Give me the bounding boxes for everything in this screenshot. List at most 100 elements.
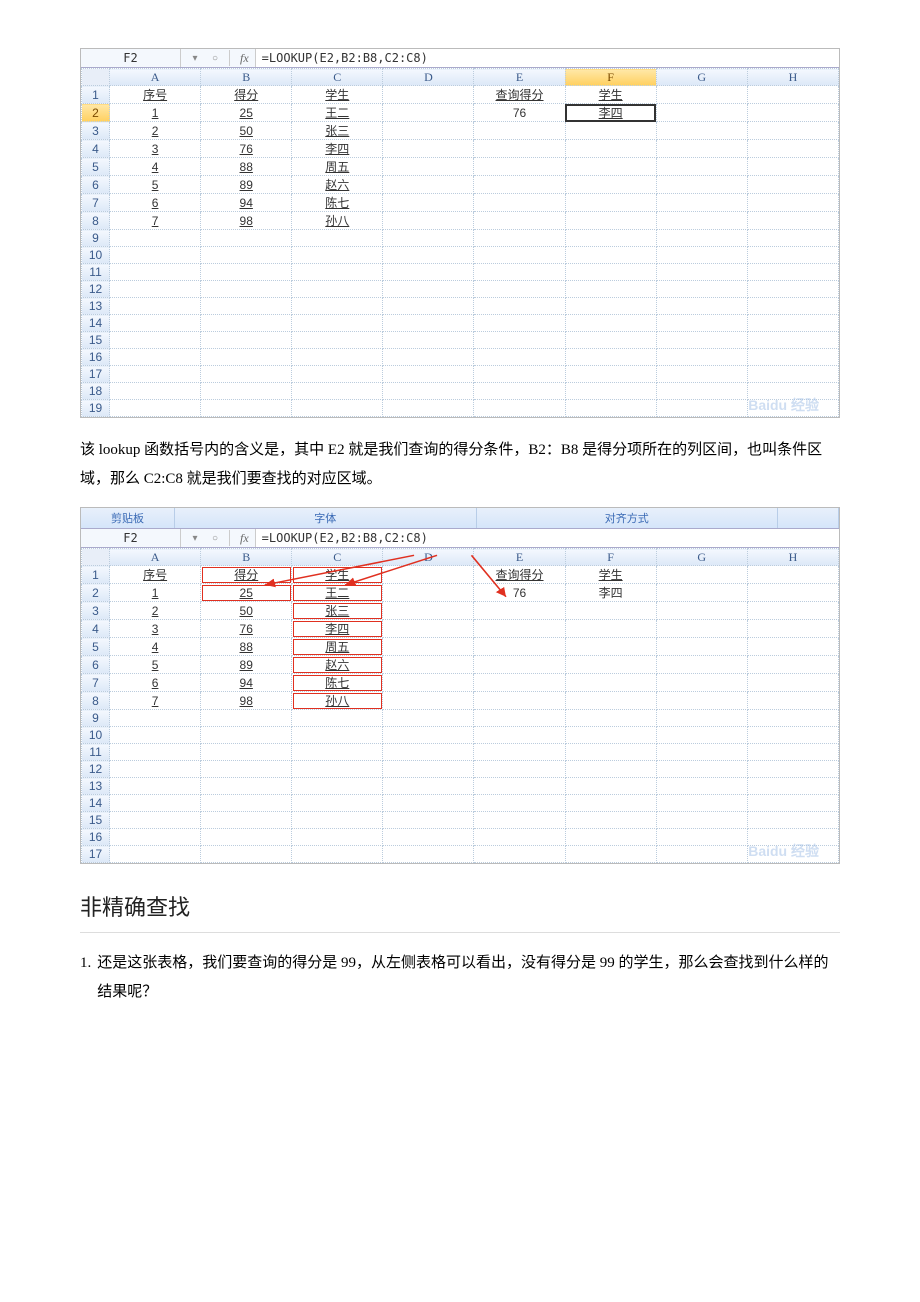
cell[interactable] — [474, 383, 565, 400]
cell[interactable] — [656, 86, 747, 104]
cell[interactable] — [565, 846, 656, 863]
row-header[interactable]: 11 — [82, 264, 110, 281]
cell[interactable] — [201, 812, 292, 829]
cell[interactable] — [474, 656, 565, 674]
row-header[interactable]: 16 — [82, 829, 110, 846]
cell[interactable] — [201, 349, 292, 366]
cell[interactable] — [383, 846, 474, 863]
cell[interactable]: 1 — [110, 104, 201, 122]
cell[interactable]: 98 — [201, 212, 292, 230]
cell[interactable] — [292, 778, 383, 795]
cell[interactable] — [565, 710, 656, 727]
cell[interactable] — [474, 812, 565, 829]
cell[interactable] — [747, 140, 838, 158]
col-header[interactable]: F — [565, 549, 656, 566]
cell[interactable]: 周五 — [292, 638, 383, 656]
cell[interactable] — [656, 566, 747, 584]
cell[interactable] — [383, 194, 474, 212]
row-header[interactable]: 15 — [82, 332, 110, 349]
cell[interactable] — [747, 761, 838, 778]
col-header[interactable]: G — [656, 549, 747, 566]
row-header[interactable]: 13 — [82, 298, 110, 315]
cell[interactable]: 6 — [110, 194, 201, 212]
name-box[interactable]: F2 — [81, 49, 181, 67]
cell[interactable]: 5 — [110, 656, 201, 674]
col-header[interactable]: D — [383, 549, 474, 566]
cell[interactable] — [383, 727, 474, 744]
cell[interactable] — [474, 194, 565, 212]
row-header[interactable]: 15 — [82, 812, 110, 829]
col-header[interactable]: B — [201, 69, 292, 86]
cell[interactable] — [383, 566, 474, 584]
cell[interactable] — [474, 298, 565, 315]
cell[interactable] — [565, 298, 656, 315]
cell[interactable] — [383, 674, 474, 692]
cell[interactable] — [383, 692, 474, 710]
cell[interactable] — [474, 281, 565, 298]
cell[interactable] — [747, 158, 838, 176]
cell[interactable] — [565, 366, 656, 383]
cell[interactable] — [474, 247, 565, 264]
cell[interactable]: 学生 — [292, 86, 383, 104]
cell[interactable]: 94 — [201, 194, 292, 212]
cell[interactable] — [110, 366, 201, 383]
cell[interactable] — [747, 122, 838, 140]
cell[interactable] — [747, 349, 838, 366]
col-header[interactable]: C — [292, 549, 383, 566]
cell[interactable] — [201, 281, 292, 298]
row-header[interactable]: 14 — [82, 795, 110, 812]
cell[interactable] — [201, 332, 292, 349]
cell[interactable] — [383, 158, 474, 176]
cell[interactable] — [110, 778, 201, 795]
cell[interactable]: 76 — [201, 140, 292, 158]
cell[interactable] — [292, 812, 383, 829]
cell[interactable] — [474, 744, 565, 761]
cell[interactable] — [292, 795, 383, 812]
cell[interactable] — [747, 602, 838, 620]
cell[interactable] — [383, 212, 474, 230]
cell[interactable]: 88 — [201, 158, 292, 176]
cell[interactable] — [656, 247, 747, 264]
cell[interactable] — [383, 86, 474, 104]
cell[interactable] — [656, 281, 747, 298]
cell[interactable] — [747, 846, 838, 863]
cell[interactable] — [747, 86, 838, 104]
cell[interactable] — [656, 383, 747, 400]
cell[interactable] — [565, 140, 656, 158]
row-header[interactable]: 8 — [82, 692, 110, 710]
cell[interactable] — [474, 795, 565, 812]
cell[interactable] — [201, 795, 292, 812]
cell[interactable] — [292, 761, 383, 778]
cell[interactable]: 孙八 — [292, 212, 383, 230]
cell[interactable] — [565, 812, 656, 829]
cell[interactable] — [383, 761, 474, 778]
cell[interactable] — [110, 761, 201, 778]
cell[interactable] — [565, 383, 656, 400]
cell[interactable] — [656, 620, 747, 638]
cell[interactable]: 学生 — [292, 566, 383, 584]
cell[interactable] — [474, 158, 565, 176]
row-header[interactable]: 6 — [82, 176, 110, 194]
cell[interactable] — [565, 744, 656, 761]
cell[interactable] — [292, 247, 383, 264]
cell[interactable] — [110, 281, 201, 298]
cell[interactable] — [474, 264, 565, 281]
cell[interactable]: 76 — [201, 620, 292, 638]
cell[interactable] — [474, 638, 565, 656]
cell[interactable] — [747, 744, 838, 761]
cell[interactable]: 2 — [110, 122, 201, 140]
cell[interactable] — [656, 710, 747, 727]
cell[interactable] — [565, 176, 656, 194]
cell[interactable] — [110, 812, 201, 829]
cell[interactable] — [110, 383, 201, 400]
cell[interactable] — [565, 230, 656, 247]
cell[interactable] — [565, 727, 656, 744]
col-header[interactable]: E — [474, 69, 565, 86]
cell[interactable] — [747, 176, 838, 194]
cell[interactable]: 得分 — [201, 86, 292, 104]
cell[interactable]: 王二 — [292, 584, 383, 602]
cell[interactable] — [565, 620, 656, 638]
cell[interactable] — [656, 727, 747, 744]
spreadsheet-grid[interactable]: A B C D E F G H 1 序号 得分 学生 查询得分 学生 2 1 2… — [81, 68, 839, 417]
cell[interactable] — [110, 400, 201, 417]
